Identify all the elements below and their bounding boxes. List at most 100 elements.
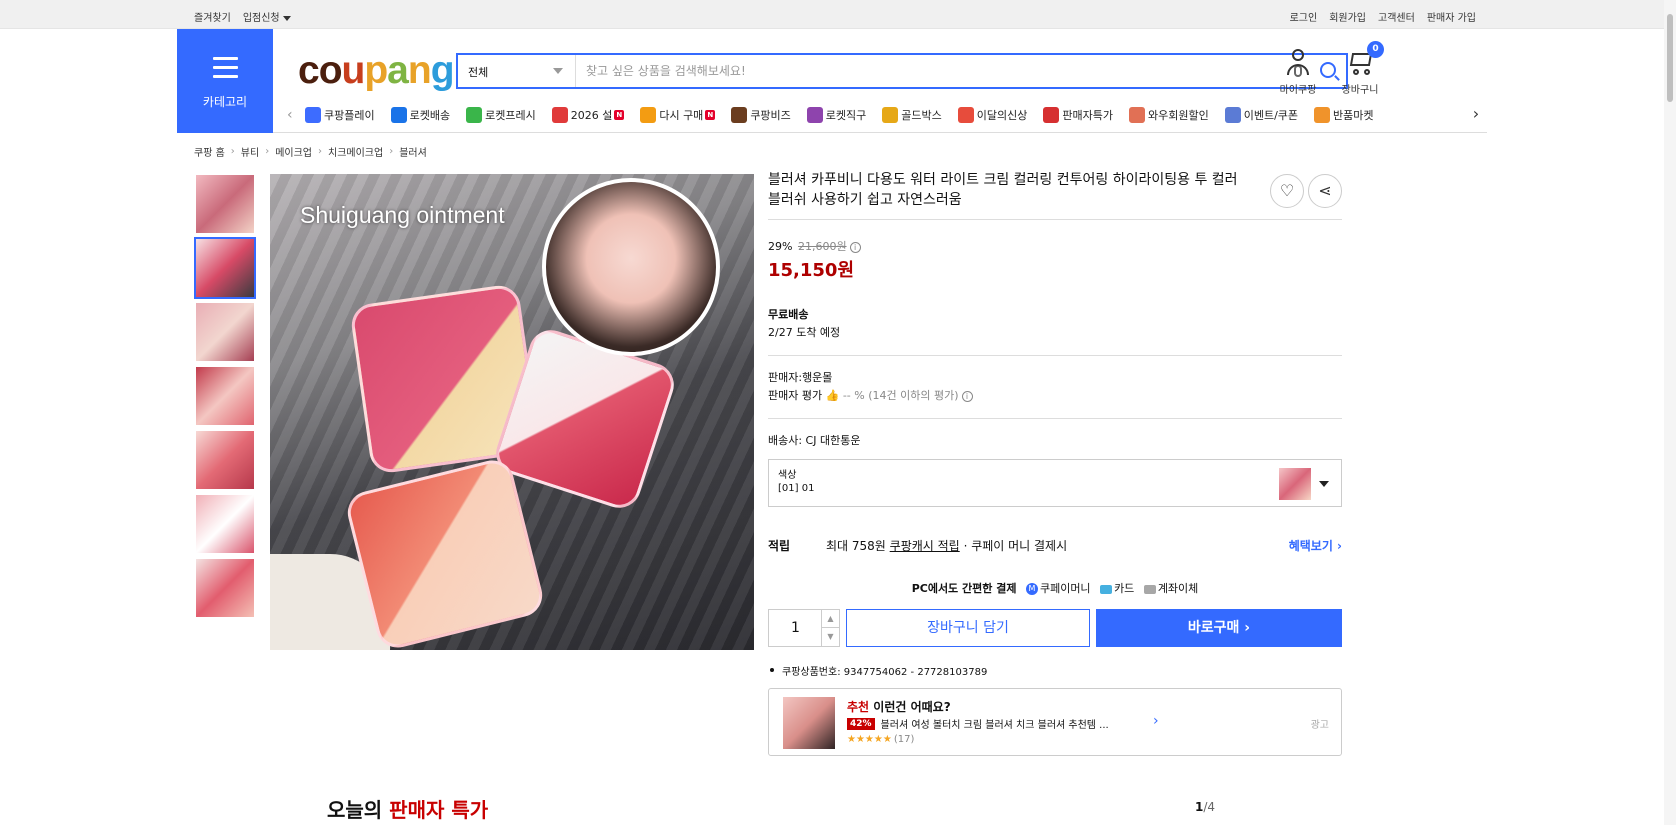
caret-down-icon	[282, 15, 291, 21]
product-title: 블러셔 카푸비니 다용도 워터 라이트 크림 컬러링 컨투어링 하이라이팅용 투…	[768, 172, 1238, 208]
nav-item[interactable]: 판매자특가	[1043, 107, 1113, 123]
nav-item[interactable]: 쿠팡비즈	[731, 107, 791, 123]
pay-method: 계좌이체	[1157, 582, 1199, 595]
signup-link[interactable]: 회원가입	[1329, 9, 1366, 24]
nav-item[interactable]: 와우회원할인	[1128, 107, 1209, 123]
info-icon[interactable]: i	[961, 391, 973, 402]
share-icon[interactable]: ⋖	[1308, 174, 1342, 208]
breadcrumb-item[interactable]: 쿠팡 홈	[194, 144, 225, 159]
nav-item-label: 2026 설	[570, 109, 613, 122]
coupon-icon	[1224, 107, 1241, 123]
recommend-tag: 추천	[847, 700, 870, 714]
recommend-title: 이런건 어때요?	[873, 700, 951, 714]
quantity-value: 1	[791, 620, 800, 636]
breadcrumb-item[interactable]: 치크메이크업	[328, 144, 383, 159]
thumbnail[interactable]	[194, 493, 256, 555]
chevron-left-icon[interactable]: ‹	[287, 107, 305, 123]
thumbnail[interactable]	[194, 429, 256, 491]
breadcrumb-item[interactable]: 블러셔	[399, 144, 427, 159]
option-swatch	[1279, 468, 1311, 500]
nav-item[interactable]: 이벤트/쿠폰	[1224, 107, 1299, 123]
buy-now-button[interactable]: 바로구매 ›	[1096, 609, 1342, 647]
new-badge: N	[705, 110, 716, 120]
search-input[interactable]	[578, 55, 1278, 87]
rocket-global-icon	[806, 107, 823, 123]
thumbnail[interactable]	[194, 557, 256, 619]
nav-item[interactable]: 쿠팡플레이	[305, 107, 375, 123]
rating-stars: ★★★★★	[847, 734, 892, 745]
cart-button[interactable]: 0 장바구니	[1334, 41, 1386, 96]
category-button[interactable]: 카테고리	[177, 29, 273, 133]
purchase-row: 1 ▲ ▼ 장바구니 담기 바로구매 ›	[768, 609, 1342, 647]
customer-center-link[interactable]: 고객센터	[1378, 9, 1415, 24]
chevron-right-icon: ›	[265, 146, 270, 157]
thumbnail[interactable]	[194, 301, 256, 363]
thumbnail[interactable]	[194, 173, 256, 235]
nav-item[interactable]: 이달의신상	[957, 107, 1028, 123]
scrollbar[interactable]	[1664, 0, 1676, 825]
discount-rate: 29%	[768, 240, 793, 253]
nav-item-label: 판매자특가	[1062, 109, 1113, 122]
add-to-cart-button[interactable]: 장바구니 담기	[846, 609, 1090, 647]
coupang-logo[interactable]: coupang	[298, 49, 455, 93]
courier: 배송사: CJ 대한통운	[768, 434, 861, 447]
nav-item-label: 로켓직구	[825, 109, 867, 122]
seller-name[interactable]: 판매자:행운몰	[768, 369, 1342, 387]
total-pages: /4	[1203, 800, 1216, 814]
ad-label: 광고	[1310, 720, 1329, 731]
nav-item[interactable]: 로켓배송	[390, 107, 451, 123]
recommendation-card[interactable]: 추천 이런건 어때요? 42% 블러셔 여성 볼터치 크림 블러셔 치크 블러셔 …	[768, 688, 1342, 756]
pay-method: 카드	[1114, 582, 1135, 595]
nav-item-label: 로켓프레시	[485, 109, 536, 122]
seller-rating-label: 판매자 평가	[768, 389, 823, 402]
product-main-image[interactable]: Shuiguang ointment	[270, 174, 754, 650]
nav-item[interactable]: 다시 구매 N	[640, 107, 716, 123]
rocket-fresh-icon	[466, 107, 483, 123]
nav-item[interactable]: 반품마켓	[1314, 107, 1374, 123]
image-caption: Shuiguang ointment	[300, 202, 505, 228]
section-title-b: 판매자 특가	[389, 798, 489, 822]
nav-item[interactable]: 로켓직구	[806, 107, 867, 123]
reward-label: 적립	[768, 539, 791, 553]
seller-apply-link[interactable]: 입점신청	[243, 9, 291, 24]
my-coupang-button[interactable]: 마이쿠팡	[1272, 49, 1324, 96]
benefit-link[interactable]: 혜택보기 ›	[1289, 537, 1342, 554]
color-option-select[interactable]: 색상 [01] 01	[768, 459, 1342, 507]
heart-icon[interactable]: ♡	[1270, 174, 1304, 208]
search-category-select[interactable]: 전체	[458, 55, 576, 87]
scrollbar-thumb[interactable]	[1667, 14, 1673, 102]
nav-item[interactable]: 로켓프레시	[466, 107, 536, 123]
pay-methods: PC에서도 간편한 결제 M 쿠페이머니 카드 계좌이체	[768, 580, 1342, 596]
shortcut-nav: ‹ 쿠팡플레이 로켓배송 로켓프레시 2026 설 N 다시 구매 N 쿠팡비즈 로켓직구 골드박…	[287, 101, 1487, 129]
chevron-right-icon[interactable]: ›	[1153, 713, 1159, 729]
menu-icon	[213, 57, 238, 84]
nav-item[interactable]: 골드박스	[882, 107, 942, 123]
breadcrumb-item[interactable]: 뷰티	[241, 144, 259, 159]
seller-signup-link[interactable]: 판매자 가입	[1427, 9, 1476, 24]
seller-apply-label: 입점신청	[242, 13, 280, 24]
thumbnail[interactable]	[194, 365, 256, 427]
thumbnail-selected[interactable]	[194, 237, 256, 299]
pagination: 1/4	[1195, 800, 1215, 814]
nav-item[interactable]: 2026 설N	[551, 107, 625, 123]
thumbnail-list	[194, 173, 256, 621]
caret-down-icon	[553, 68, 563, 74]
info-icon[interactable]: i	[849, 242, 861, 253]
nav-item-label: 와우회원할인	[1147, 109, 1209, 122]
coupang-cash-link[interactable]: 쿠팡캐시 적립	[890, 537, 960, 554]
seller-rating-value: -- % (14건 이하의 평가)	[842, 389, 959, 402]
card-icon	[1100, 584, 1113, 594]
breadcrumb: 쿠팡 홈 › 뷰티 › 메이크업 › 치크메이크업 › 블러셔	[194, 144, 427, 159]
decrease-icon[interactable]: ▼	[821, 628, 839, 646]
new-badge: N	[614, 110, 625, 120]
rocket-icon	[390, 107, 407, 123]
nav-item-label: 이벤트/쿠폰	[1243, 109, 1299, 122]
login-link[interactable]: 로그인	[1290, 9, 1318, 24]
chevron-right-icon[interactable]: ›	[1465, 101, 1487, 129]
nav-item-label: 이달의신상	[976, 109, 1028, 122]
increase-icon[interactable]: ▲	[821, 610, 839, 628]
bookmark-link[interactable]: 즐겨찾기	[194, 9, 231, 24]
nav-item-label: 로켓배송	[409, 109, 451, 122]
breadcrumb-item[interactable]: 메이크업	[275, 144, 312, 159]
quantity-stepper[interactable]: 1 ▲ ▼	[768, 609, 840, 647]
